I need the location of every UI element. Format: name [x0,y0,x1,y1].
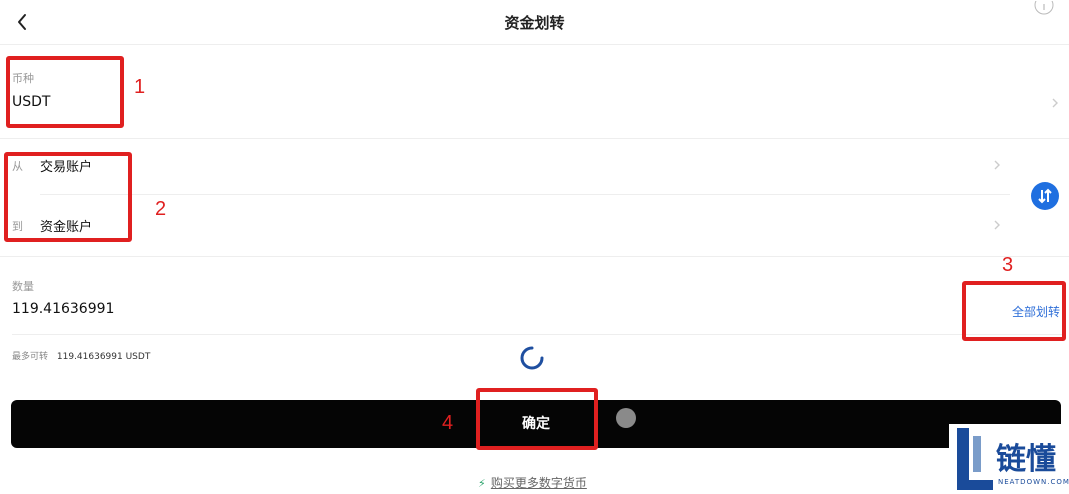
buy-more-label: 购买更多数字货币 [490,476,587,490]
amount-divider [12,334,1062,335]
annotation-box-3 [962,281,1066,341]
info-icon [1034,0,1054,15]
watermark-site: NEATDOWN.COM [998,478,1069,486]
to-account-selector[interactable]: 到 资金账户 [0,208,1010,242]
page-title: 资金划转 [504,14,565,32]
chevron-right-icon [994,160,1000,170]
currency-selector[interactable]: 币种 USDT [0,58,1069,132]
watermark-name: 链懂 [996,442,1056,477]
buy-more-link[interactable]: ⚡ 购买更多数字货币 [478,472,587,491]
currency-divider [0,138,1069,139]
from-to-divider [40,194,1010,195]
account-divider [0,256,1069,257]
annotation-number-2: 2 [155,198,167,220]
swap-accounts-button[interactable] [1031,182,1059,210]
max-prefix: 最多可转 [12,352,49,362]
info-button[interactable] [1034,0,1054,15]
annotation-number-3: 3 [1002,254,1014,276]
swap-arrows-icon [1038,188,1052,204]
lightning-icon: ⚡ [478,477,486,490]
chevron-right-icon [994,220,1000,230]
loading-spinner-icon [520,346,544,370]
annotation-box-1 [6,56,124,128]
logo-mark-icon [957,428,993,490]
header-divider [0,44,1069,45]
annotation-box-2 [4,152,132,242]
annotation-number-1: 1 [134,76,146,98]
max-transferable: 最多可转 119.41636991 USDT [12,349,150,362]
from-account-selector[interactable]: 从 交易账户 [0,148,1010,182]
annotation-box-4 [476,388,598,450]
touch-indicator [616,408,636,428]
chevron-right-icon [1052,98,1058,108]
annotation-number-4: 4 [442,412,454,434]
max-value: 119.41636991 USDT [56,352,151,362]
amount-value: 119.41636991 [12,301,115,317]
amount-input[interactable]: 119.41636991 [12,298,912,324]
amount-label: 数量 [12,280,34,293]
